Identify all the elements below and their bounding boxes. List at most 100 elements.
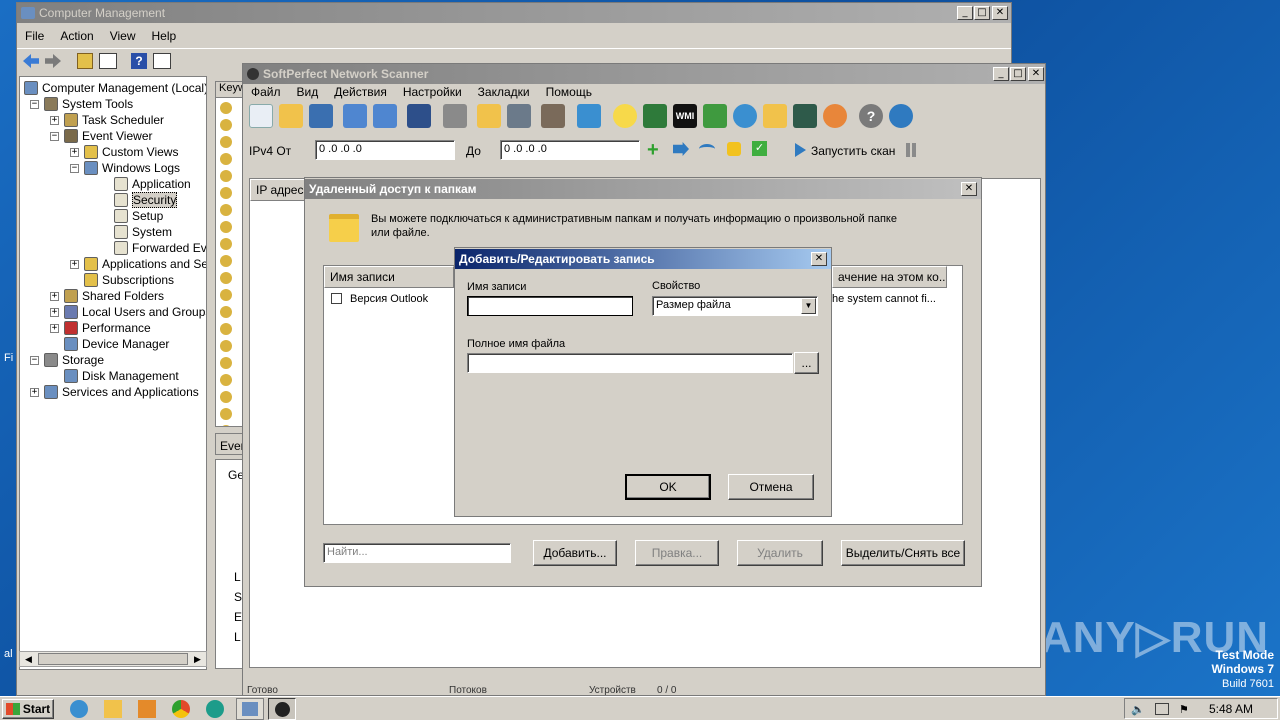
menu-view[interactable]: Вид <box>289 85 327 99</box>
col-name-header[interactable]: Имя записи <box>324 266 454 288</box>
menu-action[interactable]: Action <box>52 29 101 43</box>
ok-button[interactable]: OK <box>625 474 711 500</box>
new-icon[interactable] <box>249 104 273 128</box>
explorer-icon[interactable] <box>104 700 122 718</box>
start-scan-button[interactable]: Запустить скан <box>811 144 895 158</box>
tools-icon[interactable] <box>541 104 565 128</box>
tree-item[interactable]: System <box>100 224 172 240</box>
close-button[interactable]: ✕ <box>1028 67 1044 81</box>
expand-icon[interactable]: + <box>70 259 79 269</box>
tree-item[interactable]: Device Manager <box>50 336 169 352</box>
volume-icon[interactable]: 🔈 <box>1131 703 1145 716</box>
tree-item[interactable]: + Applications and Servi <box>70 256 206 272</box>
menu-help[interactable]: Help <box>144 29 185 43</box>
clock[interactable]: 5:48 AM <box>1209 702 1253 716</box>
gear-icon[interactable] <box>733 104 757 128</box>
sp-titlebar[interactable]: SoftPerfect Network Scanner <box>243 64 1045 84</box>
tree-item[interactable]: Computer Management (Local) <box>24 80 206 96</box>
lightbulb-icon[interactable] <box>613 104 637 128</box>
path-input[interactable] <box>467 353 793 373</box>
row-name[interactable]: Версия Outlook <box>350 293 428 305</box>
menu-bookmarks[interactable]: Закладки <box>470 85 538 99</box>
network-icon[interactable] <box>1155 703 1169 715</box>
ip-icon[interactable] <box>643 104 667 128</box>
tree-item[interactable]: + Performance <box>50 320 151 336</box>
col-ip-header[interactable]: IP адрес <box>250 179 310 201</box>
tree-item[interactable]: − System Tools <box>30 96 133 112</box>
col-value-header[interactable]: ачение на этом ко... <box>832 266 947 288</box>
remote-titlebar[interactable]: Удаленный доступ к папкам <box>305 179 981 199</box>
tree-item[interactable]: + Services and Applications <box>30 384 199 400</box>
close-button[interactable]: ✕ <box>811 252 827 266</box>
select-all-button[interactable]: Выделить/Снять все <box>841 540 965 566</box>
shared-folder-icon[interactable] <box>763 104 787 128</box>
globe-icon[interactable] <box>889 104 913 128</box>
collapse-icon[interactable]: − <box>50 131 59 141</box>
menu-view[interactable]: View <box>102 29 144 43</box>
media-player-icon[interactable] <box>138 700 156 718</box>
tree-item[interactable]: Disk Management <box>50 368 179 384</box>
expand-icon[interactable]: + <box>30 387 39 397</box>
collapse-icon[interactable]: − <box>30 355 39 365</box>
back-icon[interactable] <box>23 54 39 68</box>
sticky-icon[interactable] <box>727 142 741 156</box>
computer-icon[interactable] <box>577 104 601 128</box>
edit-button[interactable]: Правка... <box>635 540 719 566</box>
play-icon[interactable] <box>795 143 806 157</box>
property-select[interactable]: Размер файла ▼ <box>652 296 818 316</box>
save-icon[interactable] <box>309 104 333 128</box>
tree-item[interactable]: + Task Scheduler <box>50 112 164 128</box>
start-button[interactable]: Start <box>2 699 54 719</box>
tree-item[interactable]: Security <box>100 192 178 208</box>
shuffle-icon[interactable] <box>673 142 689 156</box>
filter-icon[interactable] <box>507 104 531 128</box>
check-icon[interactable]: ✓ <box>752 141 767 156</box>
scroll-left-icon[interactable]: ◀ <box>22 653 35 665</box>
name-input[interactable] <box>467 296 633 316</box>
delete-icon[interactable] <box>443 104 467 128</box>
find-icon[interactable] <box>407 104 431 128</box>
expand-icon[interactable]: + <box>50 291 59 301</box>
maximize-button[interactable]: □ <box>1010 67 1026 81</box>
minimize-button[interactable]: _ <box>993 67 1009 81</box>
tree-item[interactable]: Subscriptions <box>70 272 174 288</box>
tree-item[interactable]: + Custom Views <box>70 144 178 160</box>
chevron-down-icon[interactable]: ▼ <box>801 298 816 314</box>
add-range-icon[interactable]: + <box>647 140 659 160</box>
minimize-button[interactable]: _ <box>957 6 973 20</box>
wmi-icon[interactable]: WMI <box>673 104 697 128</box>
forward-icon[interactable] <box>45 54 61 68</box>
filter-folder-icon[interactable] <box>477 104 501 128</box>
search-input[interactable]: Найти... <box>323 543 511 563</box>
menu-help[interactable]: Помощь <box>538 85 600 99</box>
expand-icon[interactable]: + <box>50 307 59 317</box>
tree-item[interactable]: Setup <box>100 208 163 224</box>
help-icon[interactable]: ? <box>859 104 883 128</box>
row-checkbox[interactable] <box>331 293 342 304</box>
monitor-icon[interactable] <box>793 104 817 128</box>
expand-icon[interactable]: + <box>50 323 59 333</box>
taskbar-network-scanner[interactable] <box>268 698 296 720</box>
list-header[interactable]: Keyw <box>216 82 242 98</box>
taskbar-computer-management[interactable] <box>236 698 264 720</box>
edge-icon[interactable] <box>206 700 224 718</box>
tree-item[interactable]: + Local Users and Groups <box>50 304 206 320</box>
close-button[interactable]: ✕ <box>961 182 977 196</box>
tree-item[interactable]: Application <box>100 176 191 192</box>
expand-tree-icon[interactable] <box>343 104 367 128</box>
close-button[interactable]: ✕ <box>992 6 1008 20</box>
menu-actions[interactable]: Действия <box>326 85 395 99</box>
menu-settings[interactable]: Настройки <box>395 85 470 99</box>
pause-icon[interactable] <box>906 143 910 157</box>
collapse-tree-icon[interactable] <box>373 104 397 128</box>
tree-hscrollbar[interactable]: ◀ ▶ <box>19 651 207 667</box>
tree-item[interactable]: − Storage <box>30 352 104 368</box>
collapse-icon[interactable]: − <box>30 99 39 109</box>
cm-titlebar[interactable]: Computer Management <box>17 3 1011 23</box>
delete-button[interactable]: Удалить <box>737 540 823 566</box>
edit-titlebar[interactable]: Добавить/Редактировать запись <box>455 249 831 269</box>
event-tab[interactable]: Even <box>215 433 243 455</box>
chrome-icon[interactable] <box>172 700 190 718</box>
properties-icon[interactable] <box>153 53 171 69</box>
expand-icon[interactable]: + <box>70 147 79 157</box>
